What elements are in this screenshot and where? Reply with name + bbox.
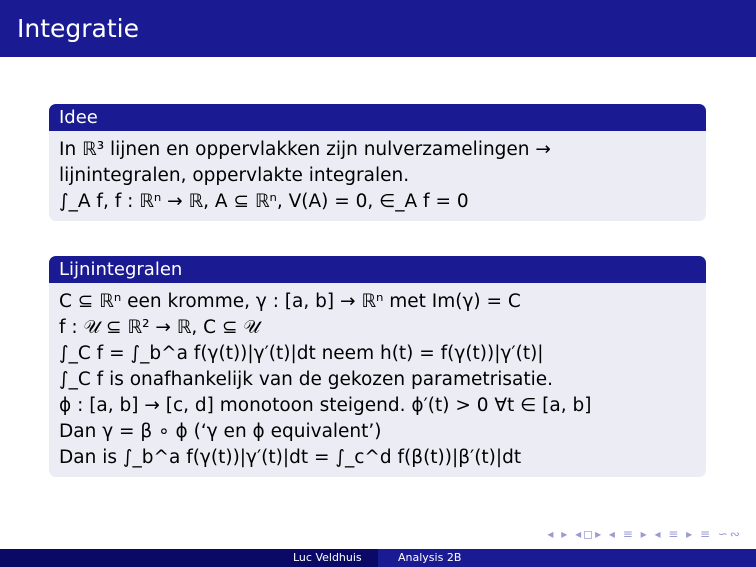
block-idee: Idee In ℝ³ lijnen en oppervlakken zijn n… <box>49 104 706 221</box>
block-idee-body: In ℝ³ lijnen en oppervlakken zijn nulver… <box>49 131 706 221</box>
footer-left: Luc Veldhuis <box>0 549 378 567</box>
block-idee-title: Idee <box>49 104 706 131</box>
footer-right: Analysis 2B <box>378 549 756 567</box>
lijn-line-7: Dan is ∫_b^a f(γ(t))|γ′(t)|dt = ∫_c^d f(… <box>59 447 522 468</box>
footer: Luc Veldhuis Analysis 2B <box>0 549 756 567</box>
slide-title: Integratie <box>0 0 756 57</box>
lijn-line-2: f : 𝒰 ⊆ ℝ² → ℝ, C ⊆ 𝒰 <box>59 317 260 338</box>
lijn-line-6: Dan γ = β ∘ ϕ (‘γ en ϕ equivalent’) <box>59 421 382 442</box>
block-lijnintegralen-body: C ⊆ ℝⁿ een kromme, γ : [a, b] → ℝⁿ met I… <box>49 283 706 477</box>
block-lijnintegralen: Lijnintegralen C ⊆ ℝⁿ een kromme, γ : [a… <box>49 256 706 477</box>
lijn-line-3: ∫_C f = ∫_b^a f(γ(t))|γ′(t)|dt neem h(t)… <box>59 343 544 364</box>
lijn-line-5: ϕ : [a, b] → [c, d] monotoon steigend. ϕ… <box>59 395 592 416</box>
footer-course: Analysis 2B <box>398 551 462 564</box>
idee-line-2: lijnintegralen, oppervlakte integralen. <box>59 165 410 186</box>
footer-author: Luc Veldhuis <box>293 551 362 564</box>
lijn-line-1: C ⊆ ℝⁿ een kromme, γ : [a, b] → ℝⁿ met I… <box>59 291 521 312</box>
idee-line-1: In ℝ³ lijnen en oppervlakken zijn nulver… <box>59 139 551 160</box>
lijn-line-4: ∫_C f is onafhankelijk van de gekozen pa… <box>59 369 554 390</box>
beamer-navigation-icons[interactable]: ◂ ▸ ◂◻▸ ◂ ≡ ▸ ◂ ≡ ▸ ≡ ∽∾ <box>547 527 742 541</box>
idee-line-3: ∫_A f, f : ℝⁿ → ℝ, A ⊆ ℝⁿ, V(A) = 0, ∈_A… <box>59 191 469 212</box>
block-lijnintegralen-title: Lijnintegralen <box>49 256 706 283</box>
